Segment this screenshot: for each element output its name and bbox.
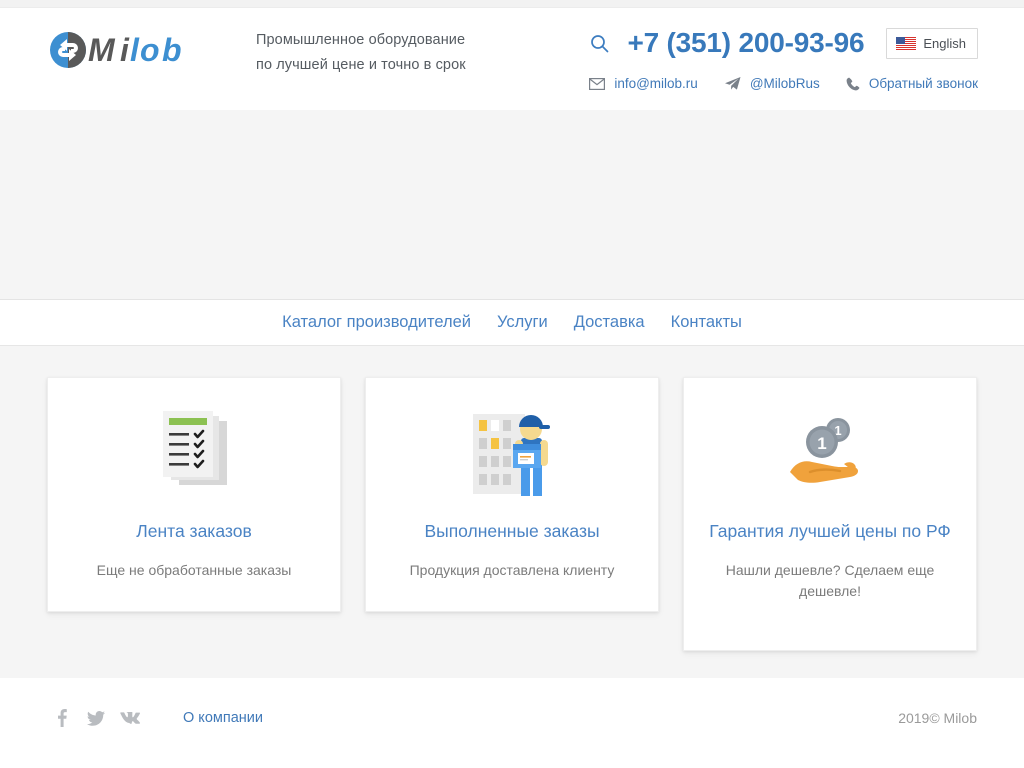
tagline-line-1: Промышленное оборудование [256,32,466,48]
callback-label: Обратный звонок [868,76,978,91]
telegram-icon [724,76,741,91]
card-title: Выполненные заказы [424,521,600,541]
card-price-guarantee[interactable]: 1 1 Гарантия лучшей цены по РФ Нашли деш… [683,377,977,651]
facebook-icon[interactable] [47,706,77,730]
card-title: Лента заказов [136,521,252,541]
vk-icon[interactable] [115,706,145,730]
banner-slider-area [0,110,1024,300]
search-icon[interactable] [585,29,613,57]
svg-text:i: i [120,32,130,68]
envelope-icon [589,77,606,90]
milob-logo-icon: M i l o b [50,32,182,68]
nav-item-catalog[interactable]: Каталог производителей [269,313,484,332]
phone-handset-icon [846,77,860,91]
main-content: Лента заказов Еще не обработанные заказы [0,346,1024,678]
hand-with-coins-icon: 1 1 [702,404,958,504]
site-footer: О компании 2019© Milob [0,678,1024,758]
card-orders-feed[interactable]: Лента заказов Еще не обработанные заказы [47,377,341,612]
us-flag-icon [896,36,917,50]
site-header: M i l o b Промышленное оборудование по л… [0,8,1024,110]
header-contact-row: info@milob.ru @MilobRus Обратный звонок [589,76,978,91]
nav-item-services[interactable]: Услуги [484,313,561,332]
language-label: English [923,35,966,51]
svg-text:l: l [130,32,140,68]
phone-number[interactable]: +7 (351) 200-93-96 [627,27,864,59]
delivery-worker-icon [384,404,640,504]
svg-text:1: 1 [817,434,826,453]
card-description: Нашли дешевле? Сделаем еще дешевле! [725,562,935,599]
feature-card-list: Лента заказов Еще не обработанные заказы [47,377,977,651]
card-completed-orders[interactable]: Выполненные заказы Продукция доставлена … [365,377,659,612]
tagline-line-2: по лучшей цене и точно в срок [256,57,466,73]
header-contact-top: +7 (351) 200-93-96 English [585,27,978,59]
email-link[interactable]: info@milob.ru [589,76,698,91]
top-strip [0,0,1024,8]
page-root: M i l o b Промышленное оборудование по л… [0,0,1024,768]
telegram-link[interactable]: @MilobRus [724,76,820,91]
language-selector[interactable]: English [886,27,978,59]
main-navigation: Каталог производителей Услуги Доставка К… [0,300,1024,346]
footer-inner: О компании 2019© Milob [47,678,977,758]
nav-item-contacts[interactable]: Контакты [658,313,755,332]
checklist-icon [66,404,322,504]
copyright-text: 2019© Milob [898,710,977,726]
svg-text:M: M [88,32,116,68]
card-title: Гарантия лучшей цены по РФ [709,521,951,541]
svg-text:b: b [162,32,182,68]
site-tagline: Промышленное оборудование по лучшей цене… [256,28,466,78]
twitter-icon[interactable] [81,706,111,730]
site-logo[interactable]: M i l o b [48,30,220,70]
telegram-label: @MilobRus [749,76,820,91]
nav-item-delivery[interactable]: Доставка [561,313,658,332]
about-company-link[interactable]: О компании [183,710,263,726]
svg-text:o: o [140,32,160,68]
card-description: Продукция доставлена клиенту [409,562,615,578]
callback-link[interactable]: Обратный звонок [846,76,978,91]
footer-left: О компании [47,706,263,730]
email-label: info@milob.ru [614,76,698,91]
card-description: Еще не обработанные заказы [96,562,292,578]
